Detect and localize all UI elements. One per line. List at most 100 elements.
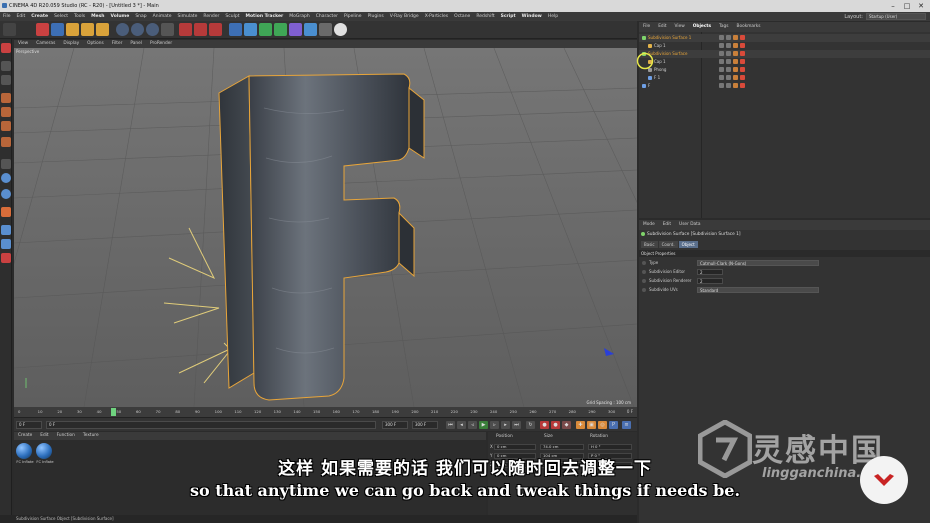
live-selection-icon[interactable] xyxy=(36,23,49,36)
material-tag-icon[interactable] xyxy=(733,43,738,48)
menu-item-edit[interactable]: Edit xyxy=(14,12,29,21)
tab-basic[interactable]: Basic xyxy=(641,241,658,248)
attribute-dropdown[interactable]: Standard xyxy=(697,287,819,293)
menu-item-plugins[interactable]: Plugins xyxy=(365,12,387,21)
coord-size-field[interactable]: 74.0 cm xyxy=(540,444,584,450)
menu-item-create[interactable]: Create xyxy=(28,12,51,21)
material-tag-icon[interactable] xyxy=(733,59,738,64)
visibility-dot-icon[interactable] xyxy=(719,35,724,40)
menu-item-tools[interactable]: Tools xyxy=(71,12,88,21)
edges-mode-icon[interactable] xyxy=(1,107,11,117)
menu-item-motion-tracker[interactable]: Motion Tracker xyxy=(242,12,286,21)
object-menu-objects[interactable]: Objects xyxy=(689,22,715,32)
enable-axis-icon[interactable] xyxy=(1,137,11,147)
object-menu-tags[interactable]: Tags xyxy=(715,22,733,32)
material-tag-icon[interactable] xyxy=(733,75,738,80)
timeline-playhead[interactable] xyxy=(110,408,116,416)
visibility-dot-icon[interactable] xyxy=(726,43,731,48)
play-icon[interactable]: ▶ xyxy=(479,421,488,429)
viewport-menu-prorender[interactable]: ProRender xyxy=(146,40,176,48)
visibility-dot-icon[interactable] xyxy=(726,59,731,64)
layout-select[interactable]: Startup (User) xyxy=(866,13,926,20)
object-row[interactable]: F 1 xyxy=(639,74,930,82)
z-axis-icon[interactable] xyxy=(146,23,159,36)
undo-icon[interactable] xyxy=(3,23,16,36)
material-tag-icon[interactable] xyxy=(733,51,738,56)
polygons-mode-icon[interactable] xyxy=(1,121,11,131)
prev-key-icon[interactable]: ◂ xyxy=(457,421,466,429)
visibility-dot-icon[interactable] xyxy=(726,35,731,40)
next-key-icon[interactable]: ▸ xyxy=(501,421,510,429)
coordinate-system-icon[interactable] xyxy=(161,23,174,36)
attribute-number-field[interactable]: 2 xyxy=(697,269,723,275)
animate-dot-icon[interactable] xyxy=(642,279,646,283)
max-frame-field[interactable]: 300 F xyxy=(412,421,438,429)
material-menu-edit[interactable]: Edit xyxy=(36,432,52,440)
material-menu-function[interactable]: Function xyxy=(53,432,79,440)
viewport-menu-display[interactable]: Display xyxy=(59,40,83,48)
menu-item-help[interactable]: Help xyxy=(545,12,561,21)
visibility-dot-icon[interactable] xyxy=(719,75,724,80)
keyframe-selection-icon[interactable]: ◆ xyxy=(562,421,571,429)
viewport-menu-filter[interactable]: Filter xyxy=(108,40,127,48)
visibility-dot-icon[interactable] xyxy=(719,67,724,72)
menu-item-v-ray-bridge[interactable]: V-Ray Bridge xyxy=(387,12,422,21)
menu-item-x-particles[interactable]: X-Particles xyxy=(422,12,451,21)
move-tool-icon[interactable] xyxy=(51,23,64,36)
animate-dot-icon[interactable] xyxy=(642,270,646,274)
menu-item-redshift[interactable]: Redshift xyxy=(473,12,497,21)
attribute-dropdown[interactable]: Catmull-Clark (N-Gons) xyxy=(697,260,819,266)
menu-item-volume[interactable]: Volume xyxy=(107,12,132,21)
viewport-menu-panel[interactable]: Panel xyxy=(126,40,146,48)
object-row[interactable]: Cap 1 xyxy=(639,58,930,66)
material-tag-icon[interactable] xyxy=(740,43,745,48)
auto-key-icon[interactable]: ● xyxy=(551,421,560,429)
go-to-end-icon[interactable]: ⏭ xyxy=(512,421,521,429)
tab-coord[interactable]: Coord. xyxy=(658,241,678,248)
scale-tool-icon[interactable] xyxy=(66,23,79,36)
locked-workplane-icon[interactable] xyxy=(1,225,11,235)
parameter-key-icon[interactable]: P xyxy=(609,421,618,429)
perspective-viewport[interactable]: Perspective Grid Spacing : 100 cm xyxy=(14,48,637,407)
visibility-dot-icon[interactable] xyxy=(719,43,724,48)
model-mode-icon[interactable] xyxy=(1,61,11,71)
render-view-icon[interactable] xyxy=(179,23,192,36)
menu-item-render[interactable]: Render xyxy=(200,12,222,21)
visibility-dot-icon[interactable] xyxy=(719,83,724,88)
menu-item-sculpt[interactable]: Sculpt xyxy=(222,12,242,21)
object-menu-edit[interactable]: Edit xyxy=(654,22,670,32)
object-menu-view[interactable]: View xyxy=(671,22,689,32)
material-tag-icon[interactable] xyxy=(740,67,745,72)
timeline-ruler[interactable]: 0 10 20 30 40 50 60 70 80 90 100 110 120 130 140 150 160… xyxy=(14,407,637,417)
object-row[interactable]: Subdivision Surface xyxy=(639,50,930,58)
render-picture-viewer-icon[interactable] xyxy=(194,23,207,36)
attribute-menu-user-data[interactable]: User Data xyxy=(675,220,704,230)
minimize-button[interactable]: – xyxy=(886,1,900,11)
render-settings-icon[interactable] xyxy=(209,23,222,36)
menu-item-mograph[interactable]: MoGraph xyxy=(286,12,312,21)
subdivision-surface-icon[interactable] xyxy=(259,23,272,36)
viewport-solo-icon[interactable] xyxy=(1,173,11,183)
maximize-button[interactable]: □ xyxy=(900,1,914,11)
viewport-menu-cameras[interactable]: Cameras xyxy=(32,40,59,48)
menu-item-octane[interactable]: Octane xyxy=(451,12,473,21)
cloner-icon[interactable] xyxy=(274,23,287,36)
floor-icon[interactable] xyxy=(304,23,317,36)
menu-item-mesh[interactable]: Mesh xyxy=(88,12,107,21)
object-menu-file[interactable]: File xyxy=(639,22,654,32)
object-row[interactable]: Cap 1 xyxy=(639,42,930,50)
y-axis-icon[interactable] xyxy=(131,23,144,36)
menu-item-script[interactable]: Script xyxy=(498,12,519,21)
sculpt-icon[interactable] xyxy=(1,253,11,263)
object-row[interactable]: F xyxy=(639,82,930,90)
x-axis-icon[interactable] xyxy=(116,23,129,36)
coord-position-field[interactable]: 0 cm xyxy=(494,444,536,450)
deformer-icon[interactable] xyxy=(289,23,302,36)
material-tag-icon[interactable] xyxy=(733,35,738,40)
menu-item-pipeline[interactable]: Pipeline xyxy=(341,12,365,21)
material-tag-icon[interactable] xyxy=(740,83,745,88)
camera-icon[interactable] xyxy=(319,23,332,36)
light-icon[interactable] xyxy=(334,23,347,36)
visibility-dot-icon[interactable] xyxy=(726,51,731,56)
tweak-mode-icon[interactable] xyxy=(1,159,11,169)
